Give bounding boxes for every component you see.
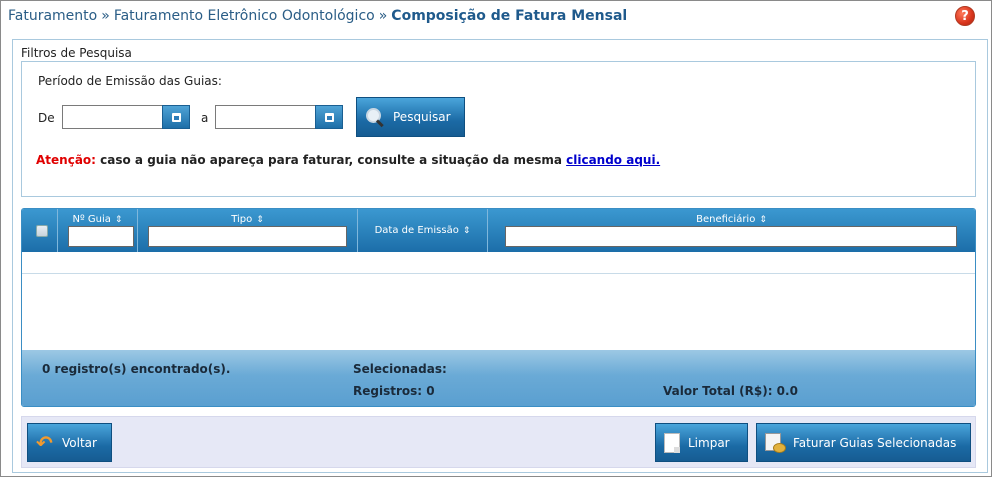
records-count: Registros: 0: [353, 384, 435, 398]
col-tipo[interactable]: Tipo ⇕: [138, 209, 358, 252]
to-label: a: [201, 111, 209, 125]
beneficiario-filter-input[interactable]: [505, 226, 957, 247]
col-guia[interactable]: Nº Guia ⇕: [58, 209, 138, 252]
clear-button-label: Limpar: [688, 435, 730, 450]
tipo-filter-input[interactable]: [148, 226, 347, 247]
attention-text: caso a guia não apareça para faturar, co…: [95, 153, 567, 167]
date-to-input[interactable]: [215, 105, 316, 129]
back-button[interactable]: Voltar: [27, 423, 112, 462]
filters-box: Período de Emissão das Guias: De a Pesqu…: [21, 61, 976, 197]
sort-icon: ⇕: [256, 215, 264, 225]
attention-message: Atenção: caso a guia não apareça para fa…: [36, 153, 660, 167]
table-footer: 0 registro(s) encontrado(s). Selecionada…: [22, 350, 975, 406]
click-here-link[interactable]: clicando aqui.: [566, 153, 660, 167]
breadcrumb: Faturamento» Faturamento Eletrônico Odont…: [8, 8, 627, 24]
attention-label: Atenção:: [36, 153, 96, 167]
guides-table: Nº Guia ⇕ Tipo ⇕ Data de Emissão ⇕ Benefici…: [21, 208, 976, 407]
calendar-icon: [324, 112, 334, 122]
selected-label: Selecionadas:: [353, 362, 447, 376]
total-value: Valor Total (R$): 0.0: [663, 384, 798, 398]
col-tipo-label: Tipo: [231, 214, 253, 225]
date-to-calendar-button[interactable]: [315, 105, 343, 129]
breadcrumb-separator: »: [378, 8, 388, 24]
document-icon: [664, 432, 680, 453]
invoice-selected-button[interactable]: Faturar Guias Selecionadas: [756, 423, 971, 462]
col-select: [22, 209, 58, 252]
table-row: [22, 252, 975, 274]
select-all-checkbox[interactable]: [36, 225, 48, 237]
period-label: Período de Emissão das Guias:: [38, 74, 222, 88]
main-panel: Filtros de Pesquisa Período de Emissão d…: [12, 39, 988, 473]
breadcrumb-separator: »: [101, 8, 110, 24]
back-arrow-icon: [36, 431, 54, 455]
table-header: Nº Guia ⇕ Tipo ⇕ Data de Emissão ⇕ Benefici…: [22, 209, 975, 252]
sort-icon: ⇕: [114, 215, 123, 225]
col-beneficiario[interactable]: Beneficiário ⇕: [488, 209, 975, 252]
sort-icon: ⇕: [462, 226, 471, 236]
search-button-label: Pesquisar: [393, 110, 451, 124]
col-guia-label: Nº Guia: [72, 214, 111, 225]
invoice-coins-icon: [765, 432, 786, 453]
breadcrumb-item-faturamento[interactable]: Faturamento: [8, 8, 97, 24]
date-from-input[interactable]: [62, 105, 163, 129]
back-button-label: Voltar: [62, 435, 97, 450]
col-beneficiario-label: Beneficiário: [696, 214, 756, 225]
search-button[interactable]: Pesquisar: [356, 97, 465, 137]
breadcrumb-item-odontologico[interactable]: Faturamento Eletrônico Odontológico: [114, 8, 375, 24]
col-data-emissao[interactable]: Data de Emissão ⇕: [358, 209, 488, 252]
help-icon[interactable]: ?: [955, 6, 975, 26]
actions-bar: Voltar Limpar Faturar Guias Selecionadas: [21, 416, 976, 468]
sort-icon: ⇕: [759, 215, 767, 225]
calendar-icon: [171, 112, 181, 122]
clear-button[interactable]: Limpar: [655, 423, 748, 462]
guia-filter-input[interactable]: [68, 226, 134, 247]
from-label: De: [38, 111, 55, 125]
magnifier-icon: [365, 107, 385, 127]
records-found: 0 registro(s) encontrado(s).: [42, 362, 231, 376]
page-title: Composição de Fatura Mensal: [391, 8, 628, 24]
invoice-button-label: Faturar Guias Selecionadas: [793, 435, 957, 450]
date-from-calendar-button[interactable]: [162, 105, 190, 129]
col-data-label: Data de Emissão: [374, 225, 459, 236]
page: Faturamento» Faturamento Eletrônico Odont…: [0, 0, 992, 477]
filters-title: Filtros de Pesquisa: [21, 46, 132, 60]
